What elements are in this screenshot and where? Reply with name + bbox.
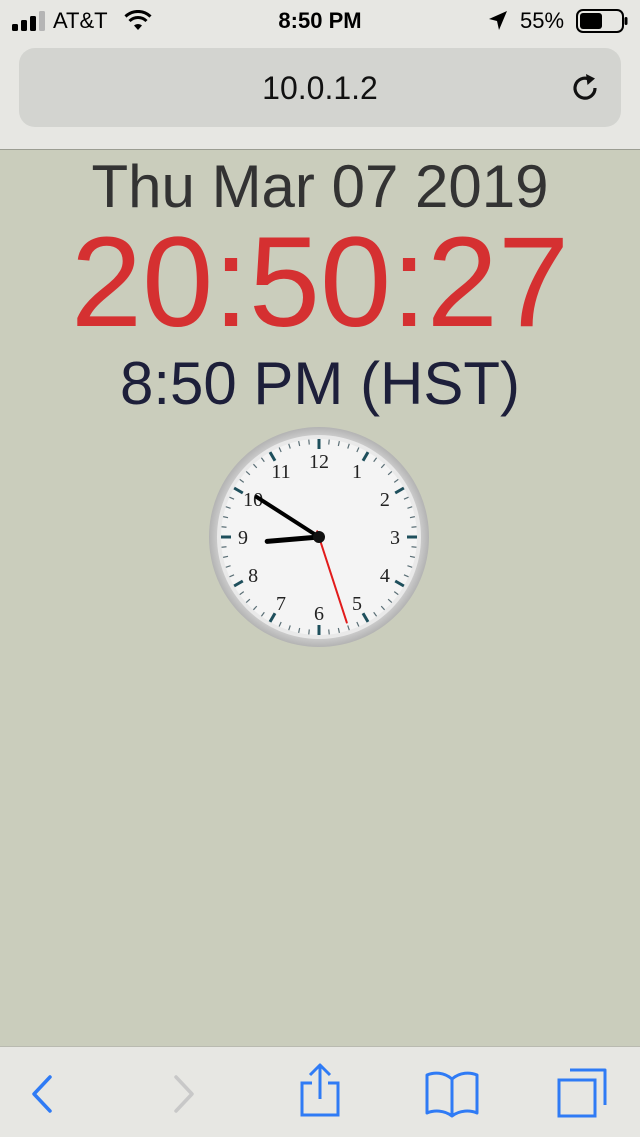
clock-numeral: 4 [380,565,390,587]
address-bar[interactable]: 10.0.1.2 [19,48,621,127]
analog-clock: 12 1234567891011 [209,427,429,647]
location-arrow-icon [489,11,507,30]
clock-minor-tick [221,546,227,548]
clock-numeral: 2 [380,489,390,511]
clock-numeral: 11 [271,461,290,483]
time-12h-display: 8:50 PM (HST) [119,350,521,417]
digital-clock-24h: 20:50:27 [70,211,570,354]
clock-numeral: 8 [248,565,258,587]
status-bar: AT&T 8:50 PM 55% [0,0,640,42]
clock-minor-tick [308,439,310,445]
battery-percent: 55% [520,8,565,33]
clock-minor-tick [411,526,417,528]
clock-numeral: 7 [276,593,286,615]
clock-minor-tick [411,546,417,548]
clock-numeral: 1 [352,461,362,483]
clock-numeral: 5 [352,593,362,615]
clock-minor-tick [308,629,310,635]
clock-minor-tick [221,526,227,528]
browser-toolbar [0,1046,640,1137]
share-icon[interactable] [298,1063,342,1119]
clock-numeral: 12 [309,451,329,473]
clock-numeral: 6 [314,603,324,625]
book-icon[interactable] [424,1069,480,1119]
reload-icon[interactable] [567,70,603,106]
clock-center-cap [313,531,325,543]
url-text[interactable]: 10.0.1.2 [19,70,621,107]
clock-numeral: 9 [238,527,248,549]
tabs-icon[interactable] [556,1067,608,1119]
chevron-left-icon[interactable] [26,1071,56,1117]
clock-numeral: 3 [390,527,400,549]
clock-minor-tick [328,439,330,445]
clock-minor-tick [328,629,330,635]
chevron-right-icon[interactable] [168,1071,198,1117]
battery-icon [576,9,628,33]
browser-chrome: AT&T 8:50 PM 55% 10.0.1.2 [0,0,640,150]
